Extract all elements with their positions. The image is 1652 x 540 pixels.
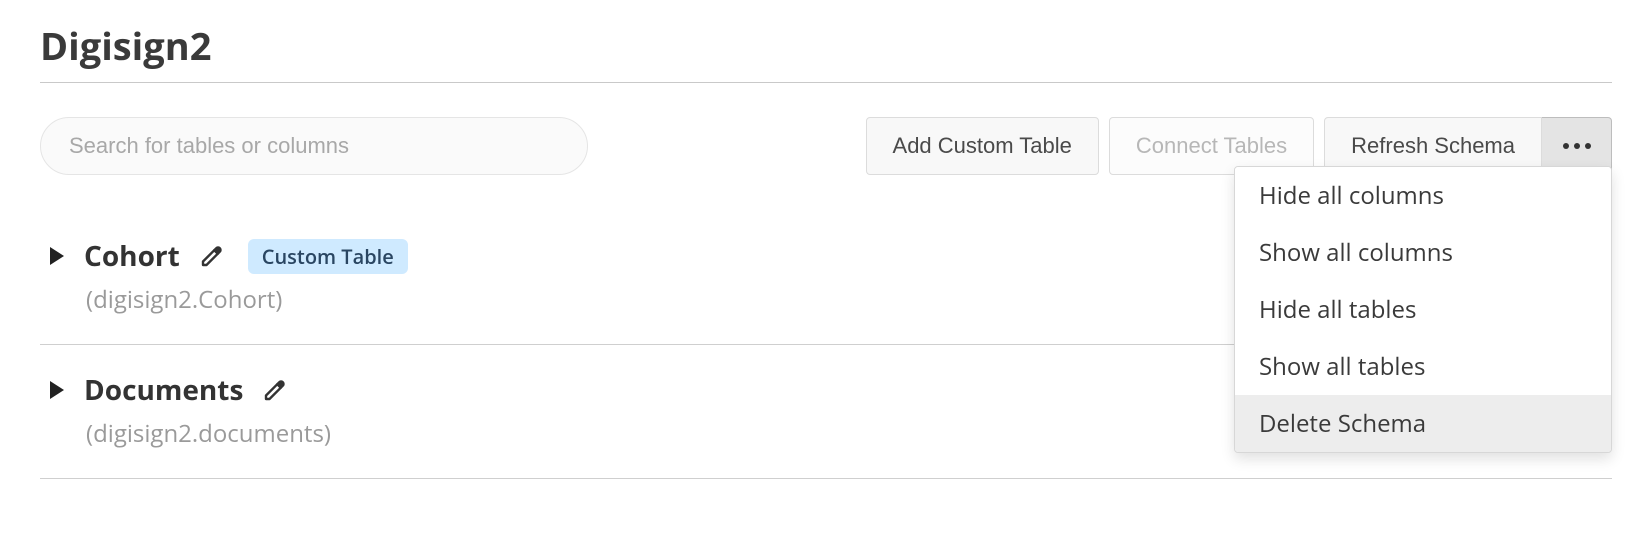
expand-caret-icon[interactable] [50,247,64,265]
menu-item-delete-schema[interactable]: Delete Schema [1235,395,1611,452]
add-custom-table-button[interactable]: Add Custom Table [866,117,1099,175]
page-title: Digisign2 [40,20,1612,83]
edit-icon[interactable] [200,244,224,268]
menu-item-show-all-tables[interactable]: Show all tables [1235,338,1611,395]
edit-icon[interactable] [263,378,287,402]
menu-item-show-all-columns[interactable]: Show all columns [1235,224,1611,281]
expand-caret-icon[interactable] [50,381,64,399]
search-wrap [40,117,588,175]
menu-item-hide-all-tables[interactable]: Hide all tables [1235,281,1611,338]
more-actions-dropdown: Hide all columns Show all columns Hide a… [1234,166,1612,453]
row-separator [40,478,1612,479]
menu-item-hide-all-columns[interactable]: Hide all columns [1235,167,1611,224]
table-name: Documents [84,371,243,409]
search-input[interactable] [40,117,588,175]
ellipsis-icon [1563,143,1591,149]
custom-table-badge: Custom Table [248,239,408,274]
table-name: Cohort [84,237,180,275]
